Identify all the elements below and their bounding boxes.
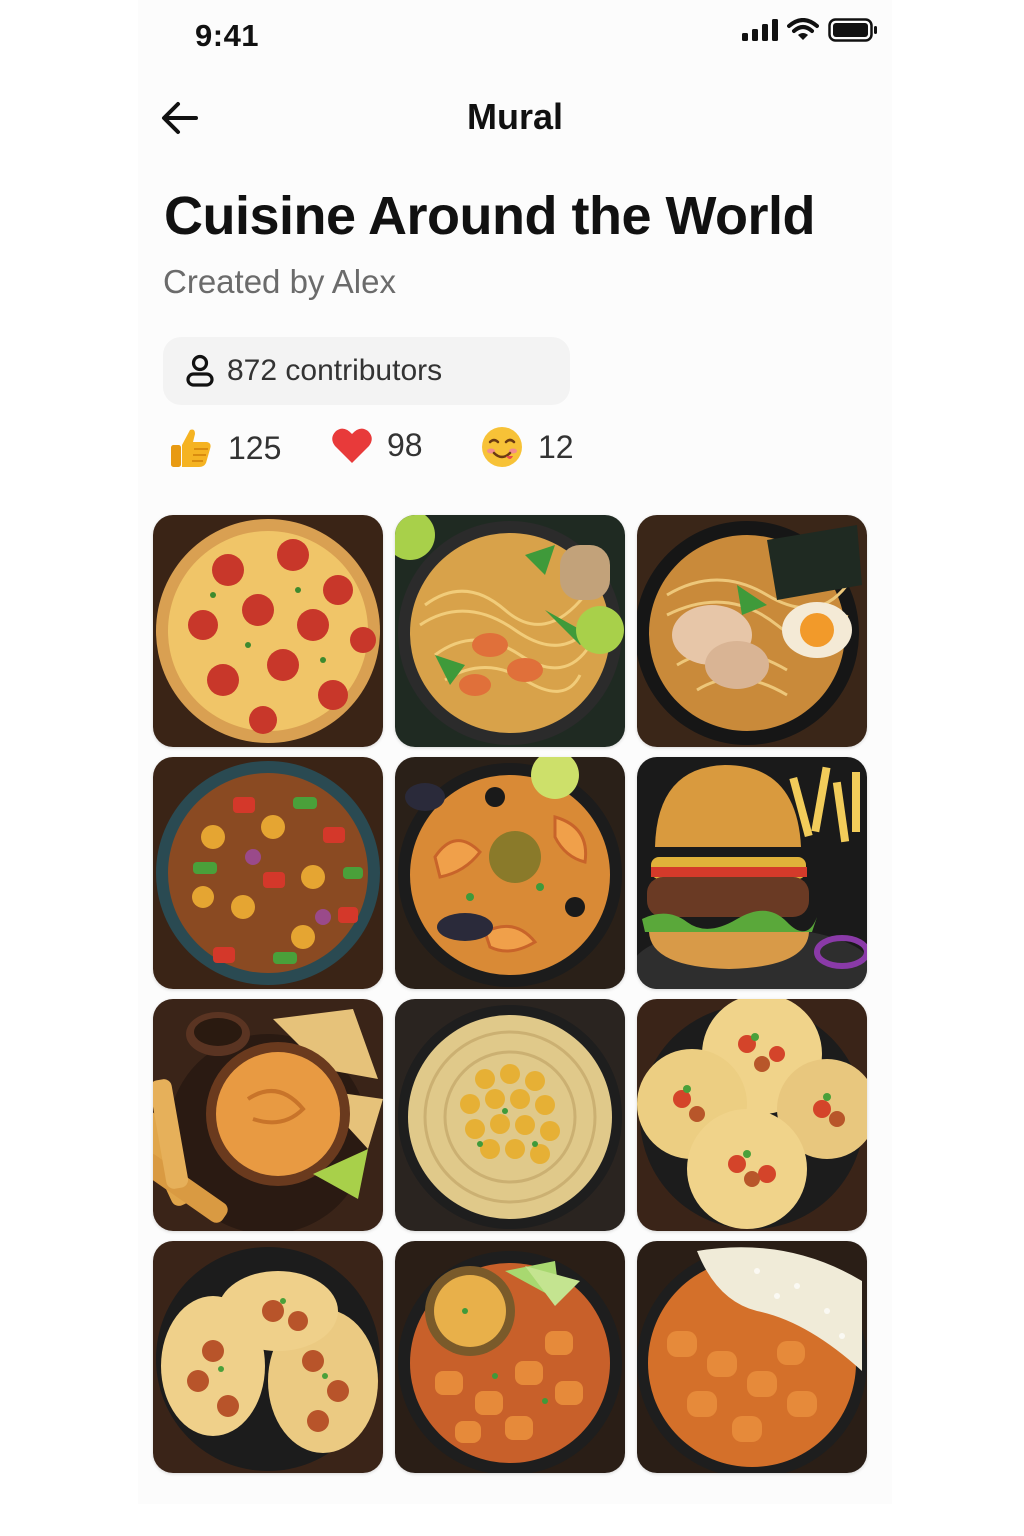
- photo-noodles[interactable]: [395, 515, 625, 747]
- phone-screen: 9:41 Mural Cuisine Around the World Crea…: [138, 0, 892, 1504]
- ramen-image: [637, 515, 867, 747]
- photo-seafood-curry[interactable]: [395, 757, 625, 989]
- reaction-yum[interactable]: 12: [480, 425, 574, 469]
- mural-title: Cuisine Around the World: [164, 186, 815, 246]
- photo-chicken-tacos[interactable]: [153, 1241, 383, 1473]
- burger-image: [637, 757, 867, 989]
- thumbs-up-icon: [171, 429, 211, 467]
- chicken-tacos-image: [153, 1241, 383, 1473]
- status-icons: [742, 18, 878, 42]
- photo-vegetable-stir-fry[interactable]: [153, 757, 383, 989]
- curry-rice-image: [637, 1241, 867, 1473]
- like-count: 125: [228, 429, 282, 466]
- photo-tacos[interactable]: [637, 999, 867, 1231]
- tacos-image: [637, 999, 867, 1231]
- photo-burger[interactable]: [637, 757, 867, 989]
- dip-image: [153, 999, 383, 1231]
- nav-title: Mural: [466, 96, 563, 137]
- signal-icon: [742, 19, 778, 41]
- noodles-image: [395, 515, 625, 747]
- yum-count: 12: [538, 428, 574, 465]
- heart-icon: [332, 428, 372, 463]
- wifi-icon: [787, 18, 819, 40]
- photo-curry-with-rice[interactable]: [637, 1241, 867, 1473]
- contributors-count: 872 contributors: [227, 354, 443, 387]
- hummus-image: [395, 999, 625, 1231]
- photo-dip-and-chips[interactable]: [153, 999, 383, 1231]
- person-icon: [186, 354, 214, 387]
- chicken-curry-image: [395, 1241, 625, 1473]
- status-time: 9:41: [195, 18, 260, 53]
- photo-chicken-curry[interactable]: [395, 1241, 625, 1473]
- creator-label: Created by Alex: [163, 263, 396, 300]
- mural-photo-grid: [153, 515, 867, 1473]
- navigation-bar: Mural: [138, 80, 892, 160]
- photo-ramen[interactable]: [637, 515, 867, 747]
- status-bar: 9:41: [138, 0, 892, 70]
- seafood-curry-image: [395, 757, 625, 989]
- love-count: 98: [387, 426, 423, 463]
- contributors-badge[interactable]: 872 contributors: [163, 337, 570, 405]
- reactions-bar: 125 98 12: [168, 425, 668, 485]
- yum-face-icon: [482, 427, 522, 467]
- reaction-like[interactable]: 125: [168, 425, 281, 471]
- reaction-love[interactable]: 98: [331, 425, 423, 465]
- stir-fry-image: [153, 757, 383, 989]
- battery-icon: [828, 18, 877, 42]
- pizza-image: [153, 515, 383, 747]
- photo-pizza[interactable]: [153, 515, 383, 747]
- photo-hummus[interactable]: [395, 999, 625, 1231]
